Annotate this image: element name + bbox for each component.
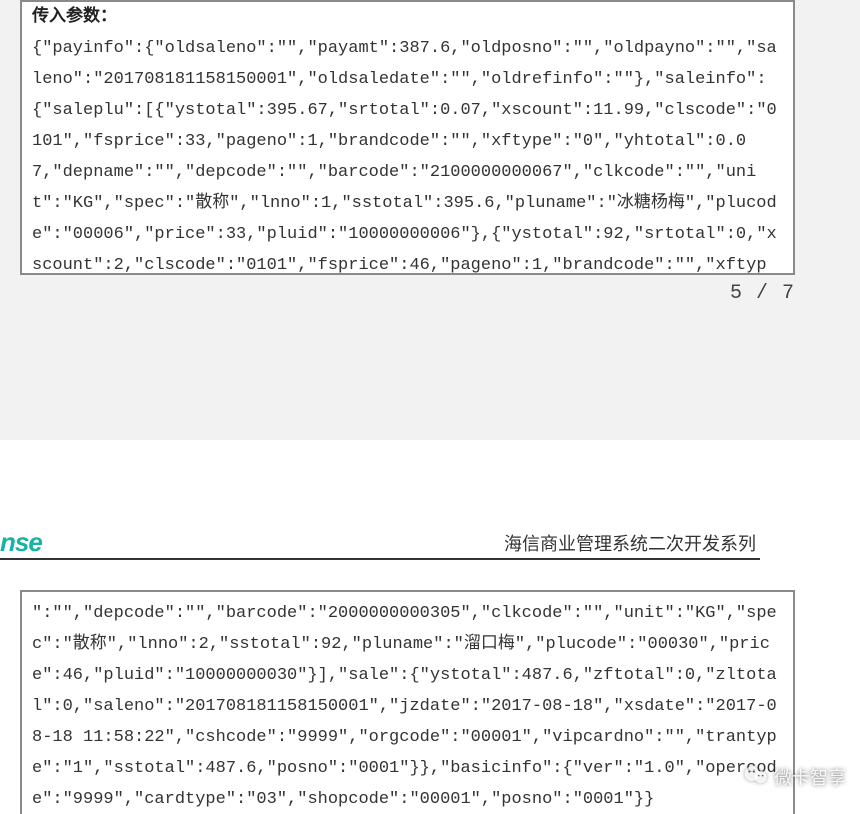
- brand-logo: nse: [0, 527, 42, 558]
- code-intro-label: 传入参数：: [32, 2, 783, 33]
- page-number: 5 / 7: [20, 282, 795, 305]
- code-block-top: 传入参数： {"payinfo":{"oldsaleno":"","payamt…: [20, 0, 795, 275]
- doc-header-title: 海信商业管理系统二次开发系列: [504, 530, 760, 558]
- page-root: 传入参数： {"payinfo":{"oldsaleno":"","payamt…: [0, 0, 860, 814]
- doc-header: nse 海信商业管理系统二次开发系列: [0, 530, 760, 560]
- code-body-top: {"payinfo":{"oldsaleno":"","payamt":387.…: [32, 33, 783, 275]
- lower-page-panel: nse 海信商业管理系统二次开发系列 ":"","depcode":"","ba…: [0, 440, 860, 814]
- upper-page-panel: 传入参数： {"payinfo":{"oldsaleno":"","payamt…: [0, 0, 860, 440]
- code-block-bottom: ":"","depcode":"","barcode":"20000000003…: [20, 590, 795, 814]
- code-body-bottom: ":"","depcode":"","barcode":"20000000003…: [32, 598, 783, 814]
